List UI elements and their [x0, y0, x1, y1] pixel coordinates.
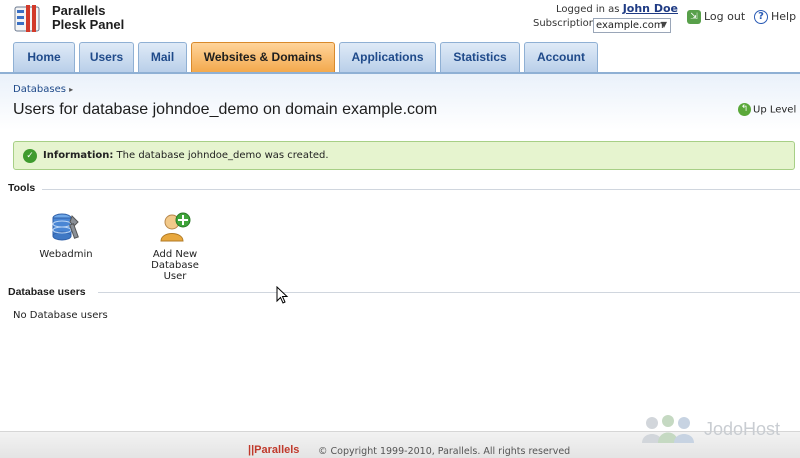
mouse-cursor-icon: [276, 286, 289, 304]
add-database-user-label-line1: Add New Database: [151, 249, 199, 271]
logout-label: Log out: [704, 10, 746, 23]
tab-account[interactable]: Account: [524, 42, 598, 72]
breadcrumb-databases[interactable]: Databases: [13, 84, 66, 95]
plesk-logo-icon: [14, 5, 40, 32]
up-level-label: Up Level: [753, 104, 797, 116]
info-text: Information: The database johndoe_demo w…: [43, 150, 329, 161]
chevron-down-icon: ▼: [660, 20, 667, 29]
subscription-select[interactable]: example.com ▼: [593, 18, 671, 33]
info-label: Information:: [43, 150, 114, 161]
database-users-divider: [98, 292, 800, 293]
login-info: Logged in as John Doe: [520, 2, 678, 15]
add-user-icon: [160, 212, 191, 242]
brand-name: Parallels Plesk Panel: [52, 4, 124, 32]
top-header: Parallels Plesk Panel Logged in as John …: [0, 0, 800, 42]
breadcrumb: Databases ▸: [13, 84, 73, 95]
webadmin-tool[interactable]: Webadmin: [33, 212, 99, 260]
tab-mail[interactable]: Mail: [138, 42, 187, 72]
empty-list-text: No Database users: [13, 310, 108, 321]
brand-line-2: Plesk Panel: [52, 17, 125, 32]
database-wrench-icon: [52, 213, 79, 241]
page-title: Users for database johndoe_demo on domai…: [13, 101, 438, 118]
main-tabs: Home Users Mail Websites & Domains Appli…: [0, 42, 800, 72]
webadmin-label: Webadmin: [39, 249, 93, 260]
logged-in-label: Logged in as: [555, 4, 620, 15]
check-circle-icon: ✓: [23, 149, 37, 163]
subscription-label: Subscription: [533, 18, 596, 29]
tab-applications[interactable]: Applications: [339, 42, 436, 72]
database-users-section-title: Database users: [8, 286, 86, 298]
tab-websites-domains[interactable]: Websites & Domains: [191, 42, 335, 72]
add-database-user-label-line2: User: [163, 271, 187, 282]
copyright-text: © Copyright 1999-2010, Parallels. All ri…: [318, 446, 571, 457]
info-message: ✓ Information: The database johndoe_demo…: [13, 141, 795, 170]
logout-link[interactable]: ⇲ Log out: [687, 10, 745, 24]
tab-home[interactable]: Home: [13, 42, 75, 72]
subscription-value: example.com: [596, 20, 664, 31]
tab-statistics[interactable]: Statistics: [440, 42, 520, 72]
watermark-text: JodoHost: [704, 419, 781, 439]
brand-line-1: Parallels: [52, 3, 106, 18]
up-level-link[interactable]: ↰ Up Level: [738, 103, 796, 116]
help-link[interactable]: ? Help: [754, 10, 796, 24]
info-message-text: The database johndoe_demo was created.: [116, 150, 329, 161]
chevron-right-icon: ▸: [69, 85, 74, 94]
user-name-link[interactable]: John Doe: [623, 2, 678, 15]
tools-section-title: Tools: [8, 182, 36, 194]
tools-divider: [42, 189, 800, 190]
help-label: Help: [771, 10, 797, 23]
add-database-user-tool[interactable]: Add New Database User: [128, 212, 222, 282]
help-icon: ?: [754, 10, 768, 24]
parallels-footer-logo: ||Parallels: [248, 444, 300, 456]
logout-icon: ⇲: [687, 10, 701, 24]
up-level-icon: ↰: [738, 103, 751, 116]
tab-users[interactable]: Users: [79, 42, 134, 72]
